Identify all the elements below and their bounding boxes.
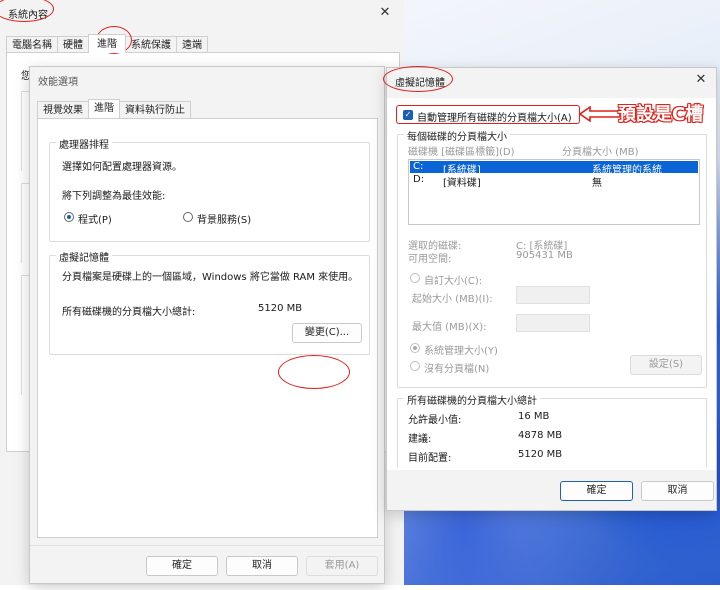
programs-label[interactable]: 程式(P) [78,211,112,226]
per-drive-group: 每個磁碟的分頁檔大小 磁碟機 [磁碟區標籤](D) 分頁檔大小 (MB) C: … [397,128,707,388]
custom-size-label[interactable]: 自訂大小(C): [424,272,482,287]
drive-list[interactable]: C: [系統碟] 系統管理的系統 D: [資料碟] 無 [408,159,700,225]
system-properties-title: 系統內容 [8,10,48,21]
background-services-radio[interactable] [183,212,193,222]
background-services-label[interactable]: 背景服務(S) [197,211,251,226]
change-button[interactable]: 變更(C)... [292,323,362,343]
total-paging-title: 所有磁碟機的分頁檔大小總計 [404,392,540,407]
performance-footer: 確定 取消 套用(A) [30,545,384,583]
no-paging-radio[interactable] [410,361,420,371]
tab-hardware[interactable]: 硬體 [57,36,89,53]
ok-button[interactable]: 確定 [560,481,633,501]
drive-column-header: 磁碟機 [磁碟區標籤](D) [408,147,515,158]
close-icon[interactable]: ✕ [692,71,710,89]
virtual-memory-titlebar: 虛擬記憶體 ✕ [387,68,716,90]
group-edge [21,275,29,395]
cpu-adjust-label: 將下列調整為最佳效能: [62,191,166,202]
total-paging-group: 所有磁碟機的分頁檔大小總計 允許最小值: 16 MB 建議: 4878 MB 目… [397,392,707,468]
virtual-memory-title: 虛擬記憶體 [56,249,112,264]
min-allowed-value: 16 MB [518,411,550,422]
tab-advanced[interactable]: 進階 [88,34,126,53]
auto-manage-label[interactable]: 自動管理所有磁碟的分頁檔大小(A) [417,109,572,124]
drive-size: 無 [592,178,602,189]
drive-row-selected[interactable]: C: [系統碟] 系統管理的系統 [410,161,698,176]
cancel-button[interactable]: 取消 [226,556,298,576]
group-edge [21,183,29,263]
annotation-arrow [578,105,621,123]
drive-letter: D: [413,174,425,185]
ok-button[interactable]: 確定 [146,556,218,576]
performance-tabs: 視覺效果 進階 資料執行防止 [37,99,191,118]
cancel-button[interactable]: 取消 [641,481,714,501]
min-allowed-label: 允許最小值: [408,415,462,426]
performance-advanced-panel: 處理器排程 選擇如何配置處理器資源。 將下列調整為最佳效能: 程式(P) 背景服… [37,118,378,538]
free-space-value: 905431 MB [516,250,573,261]
tab-dep[interactable]: 資料執行防止 [119,101,191,118]
initial-size-input[interactable] [516,286,590,304]
performance-options-window: 效能選項 視覺效果 進階 資料執行防止 處理器排程 選擇如何配置處理器資源。 將… [29,66,385,584]
total-paging-label: 所有磁碟機的分頁檔大小總計: [62,307,196,318]
annotation-ring-change-button [278,355,350,389]
virtual-memory-window-title: 虛擬記憶體 [395,78,445,89]
tab-remote[interactable]: 遠端 [176,36,208,53]
max-size-input[interactable] [516,314,590,332]
tab-system-protection[interactable]: 系統保護 [125,36,177,53]
free-space-label: 可用空間: [408,254,452,265]
group-edge [21,91,29,171]
cpu-scheduling-desc: 選擇如何配置處理器資源。 [62,162,182,173]
recommended-label: 建議: [408,434,432,445]
per-drive-title: 每個磁碟的分頁檔大小 [404,128,510,143]
programs-radio[interactable] [64,212,74,222]
drive-label: [資料碟] [443,178,481,189]
no-paging-label[interactable]: 沒有分頁檔(N) [424,360,489,375]
cpu-scheduling-title: 處理器排程 [56,136,112,151]
current-allocated-label: 目前配置: [408,453,452,464]
auto-manage-checkbox[interactable]: ✓ [403,110,413,120]
performance-options-titlebar: 效能選項 [30,67,384,89]
cpu-scheduling-group: 處理器排程 選擇如何配置處理器資源。 將下列調整為最佳效能: 程式(P) 背景服… [49,136,370,242]
tab-computer-name[interactable]: 電腦名稱 [6,36,58,53]
initial-size-label: 起始大小 (MB)(I): [412,294,493,305]
max-size-label: 最大值 (MB)(X): [412,322,487,333]
drive-row[interactable]: D: [資料碟] 無 [410,174,698,189]
annotation-text: 預設是C槽 [618,104,704,125]
total-paging-value: 5120 MB [258,303,303,314]
set-button[interactable]: 設定(S) [630,355,702,375]
virtual-memory-group: 虛擬記憶體 分頁檔案是硬碟上的一個區域，Windows 將它當做 RAM 來使用… [49,249,370,355]
tab-advanced[interactable]: 進階 [88,99,120,118]
tab-visual-effects[interactable]: 視覺效果 [37,101,89,118]
virtual-memory-window: 虛擬記憶體 ✕ ✓ 自動管理所有磁碟的分頁檔大小(A) 每個磁碟的分頁檔大小 磁… [383,66,717,511]
vm-content: ✓ 自動管理所有磁碟的分頁檔大小(A) 每個磁碟的分頁檔大小 磁碟機 [磁碟區標… [387,98,716,470]
arrow-left-icon [578,105,621,123]
system-properties-titlebar: 系統內容 ✕ [0,0,404,22]
current-allocated-value: 5120 MB [518,449,563,460]
system-managed-radio[interactable] [410,343,420,353]
custom-size-radio[interactable] [410,273,420,283]
size-column-header: 分頁檔大小 (MB) [562,147,639,158]
virtual-memory-desc: 分頁檔案是硬碟上的一個區域，Windows 將它當做 RAM 來使用。 [62,272,359,283]
performance-options-title: 效能選項 [38,77,78,88]
close-icon[interactable]: ✕ [376,4,394,22]
system-managed-label[interactable]: 系統管理大小(Y) [424,342,498,357]
apply-button[interactable]: 套用(A) [306,556,378,576]
recommended-value: 4878 MB [518,430,563,441]
system-properties-tabs: 電腦名稱 硬體 進階 系統保護 遠端 [6,34,208,53]
drive-letter: C: [413,161,424,172]
